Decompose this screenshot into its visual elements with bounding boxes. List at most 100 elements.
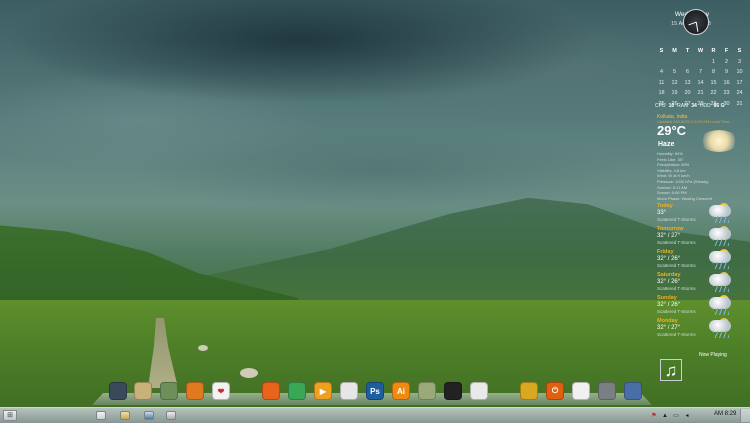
taskbar-media-button[interactable] — [120, 411, 130, 420]
calendar-day[interactable]: 22 — [707, 90, 720, 96]
analog-clock-icon — [683, 9, 709, 35]
blank-app-icon[interactable] — [470, 382, 488, 400]
forecast-item: Friday 32° / 26° Scattered T-Storms — [657, 249, 747, 272]
forecast-day: Sunday — [657, 295, 677, 301]
calendar-day[interactable]: 16 — [720, 80, 733, 86]
taskbar-explorer-button[interactable] — [96, 411, 106, 420]
hdd-label: HDD — [699, 103, 711, 109]
forecast-temp: 32° / 26° — [657, 279, 681, 285]
calendar-grid: S M T W R F S 1 2 3 4 5 6 7 8 9 10 11 12 13 14 15 16 17 1… — [655, 46, 747, 109]
calendar-day[interactable]: 14 — [694, 80, 707, 86]
forecast-temp: 32° / 27° — [657, 233, 681, 239]
forecast-desc: Scattered T-Storms — [657, 332, 696, 337]
taskbar-clock[interactable]: AM 8:29 — [714, 411, 736, 417]
forecast-item: Monday 32° / 27° Scattered T-Storms — [657, 318, 747, 341]
calendar-day[interactable]: 3 — [733, 59, 746, 65]
forecast-day: Today — [657, 203, 673, 209]
arrow-up-icon[interactable]: ▲ — [661, 412, 669, 420]
wallpaper-rock — [240, 368, 258, 378]
forecast-desc: Scattered T-Storms — [657, 309, 696, 314]
terminal-icon[interactable] — [444, 382, 462, 400]
weather-details: Humidity: 84% Feels Like: 35° Precipitatio… — [657, 151, 745, 201]
show-desktop-button[interactable] — [740, 409, 750, 422]
forecast-temp: 33° — [657, 210, 667, 216]
system-tray: ⚑ ▲ ▭ ◂ — [650, 410, 691, 421]
recycle-bin-icon[interactable] — [598, 382, 616, 400]
forecast-item: Today 33° Scattered T-Storms — [657, 203, 747, 226]
calendar-header-cell: W — [697, 48, 704, 55]
clock-minute-hand — [695, 21, 699, 32]
network-tray-icon[interactable]: ▭ — [672, 412, 680, 420]
calendar-day[interactable]: 7 — [694, 69, 707, 75]
music-icon[interactable] — [186, 382, 204, 400]
ram-label: RAM — [677, 103, 689, 109]
forecast-item: Saturday 32° / 26° Scattered T-Storms — [657, 272, 747, 295]
cpu-label: CPU — [655, 103, 666, 109]
media-player-icon[interactable]: ▶ — [314, 382, 332, 400]
calendar-week-row: 11 12 13 14 15 16 17 — [655, 78, 747, 89]
calendar-day[interactable]: 2 — [720, 59, 733, 65]
calendar-header-cell: R — [711, 48, 716, 55]
calendar-day[interactable]: 21 — [694, 90, 707, 96]
calendar-day[interactable]: 5 — [668, 69, 681, 75]
power-icon[interactable]: ⏻ — [546, 382, 564, 400]
calendar-day[interactable]: 12 — [668, 80, 681, 86]
windows-orb-icon[interactable]: ⊞ — [3, 410, 17, 421]
calendar-week-row: 4 5 6 7 8 9 10 — [655, 67, 747, 78]
calendar-week-row: 18 19 20 21 22 23 24 — [655, 88, 747, 99]
hdd-value: 66 G — [713, 103, 725, 109]
calendar-day[interactable]: 8 — [707, 69, 720, 75]
photoshop-icon[interactable]: Ps — [366, 382, 384, 400]
calendar-day[interactable]: 17 — [733, 80, 746, 86]
calendar-day[interactable]: 11 — [655, 80, 668, 86]
system-stats: CPU 10 RAM 34 HDD 66 G — [655, 103, 748, 109]
forecast-day: Tomorrow — [657, 226, 684, 232]
weather-detail-line: Moon Phase: Waxing Crescent — [657, 195, 712, 201]
calendar-day[interactable]: 19 — [668, 90, 681, 96]
calendar-day[interactable]: 1 — [707, 59, 720, 65]
calendar-day[interactable]: 18 — [655, 90, 668, 96]
flag-icon[interactable]: ⚑ — [650, 412, 658, 420]
calendar-day[interactable]: 10 — [733, 69, 746, 75]
calendar-header-cell: S — [737, 48, 742, 55]
documents-folder-icon[interactable] — [134, 382, 152, 400]
now-playing-label: Now Playing — [699, 352, 727, 358]
media-center-icon[interactable] — [572, 382, 590, 400]
calendar-day[interactable]: 23 — [720, 90, 733, 96]
music-note-icon[interactable]: ♫ — [660, 359, 682, 381]
taskbar-app-button[interactable] — [144, 411, 154, 420]
pictures-icon[interactable] — [160, 382, 178, 400]
forecast-temp: 32° / 26° — [657, 302, 681, 308]
calendar-day[interactable]: 15 — [707, 80, 720, 86]
taskbar-window-button[interactable] — [166, 411, 176, 420]
forecast-temp: 32° / 26° — [657, 256, 681, 262]
calendar-header-cell: F — [724, 48, 729, 55]
desktop-wallpaper — [0, 0, 750, 422]
ram-value: 34 — [691, 103, 697, 109]
calendar-day[interactable]: 24 — [733, 90, 746, 96]
forecast-day: Monday — [657, 318, 678, 324]
task-manager-icon[interactable] — [624, 382, 642, 400]
calendar-day[interactable]: 13 — [681, 80, 694, 86]
calendar-day[interactable]: 4 — [655, 69, 668, 75]
network-icon[interactable] — [418, 382, 436, 400]
calendar-header-row: S M T W R F S — [655, 46, 747, 57]
haze-sun-icon — [700, 130, 738, 152]
calendar-day[interactable]: 9 — [720, 69, 733, 75]
application-dock: ❤ ▶ Ps Ai ⏻ — [92, 379, 652, 407]
volume-icon[interactable]: ◂ — [683, 412, 691, 420]
current-temperature: 29°C — [657, 123, 687, 138]
thunderstorm-icon — [705, 295, 735, 315]
my-computer-icon[interactable] — [109, 382, 127, 400]
chrome-icon[interactable] — [288, 382, 306, 400]
illustrator-icon[interactable]: Ai — [392, 382, 410, 400]
settings-icon[interactable] — [520, 382, 538, 400]
app-circle-icon[interactable] — [340, 382, 358, 400]
calendar-day[interactable]: 20 — [681, 90, 694, 96]
firefox-icon[interactable] — [262, 382, 280, 400]
cpu-value: 10 — [668, 103, 675, 109]
weather-condition: Haze — [658, 141, 675, 148]
calendar-day[interactable]: 6 — [681, 69, 694, 75]
favorites-icon[interactable]: ❤ — [212, 382, 230, 400]
forecast-desc: Scattered T-Storms — [657, 263, 696, 268]
